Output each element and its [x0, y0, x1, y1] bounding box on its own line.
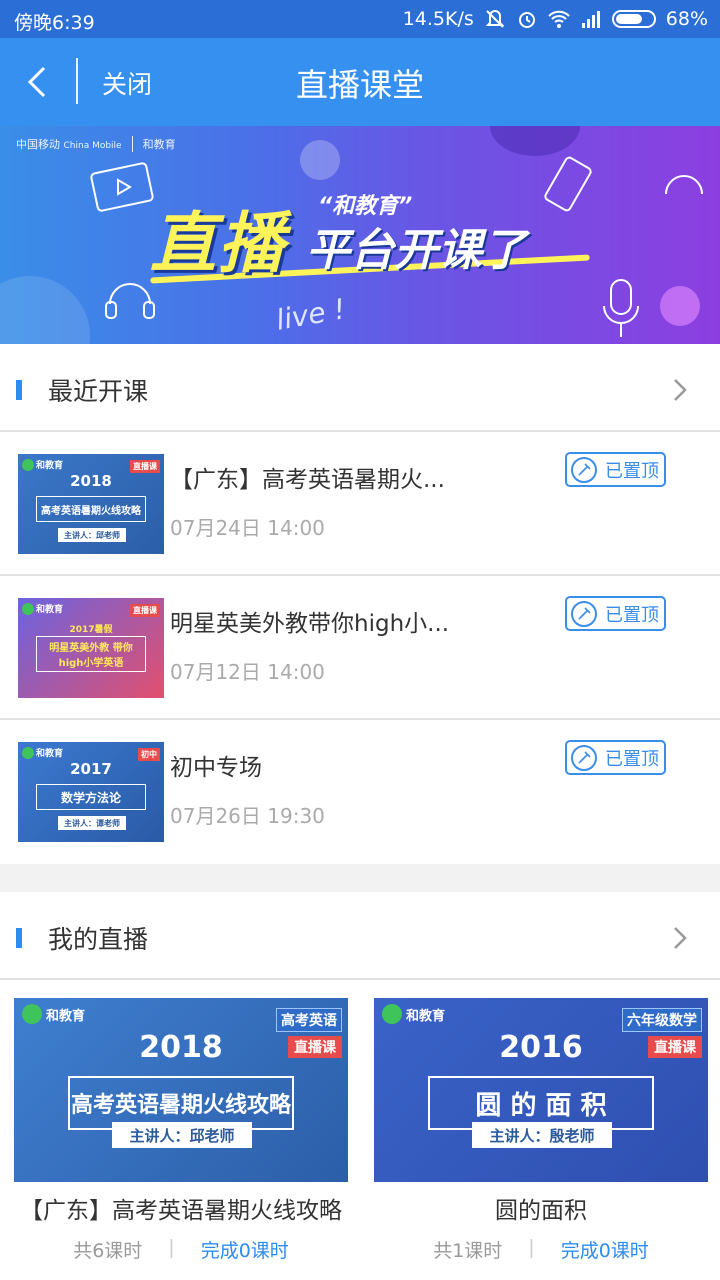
section-marker: [16, 928, 22, 948]
phone-icon: [544, 156, 592, 212]
mute-icon: [485, 10, 505, 28]
course-thumbnail: 和教育 直播课 2017暑假 明星英美外教 带你high小学英语: [18, 598, 164, 698]
pinned-badge[interactable]: 已置顶: [565, 740, 666, 775]
thumb-course-name: 明星英美外教 带你high小学英语: [36, 636, 146, 672]
completed-lessons[interactable]: 完成0课时: [201, 1236, 289, 1263]
chevron-right-icon[interactable]: [672, 376, 688, 404]
recent-courses-section: 最近开课 和教育 直播课 2018 高考英语暑期火线攻略 主讲人：邱老师 【广东…: [0, 344, 720, 864]
thumb-speaker: 主讲人：邱老师: [58, 528, 126, 542]
pin-icon: [571, 600, 597, 627]
total-lessons: 共6课时: [73, 1240, 143, 1262]
thumb-speaker: 主讲人：谭老师: [58, 816, 126, 830]
pinned-badge[interactable]: 已置顶: [565, 452, 666, 487]
live-course-card[interactable]: 和教育 六年级数学 直播课 2016 圆 的 面 积 主讲人：殷老师 圆的面积 …: [374, 998, 708, 1263]
completed-lessons[interactable]: 完成0课时: [561, 1236, 649, 1263]
status-icons: 14.5K/s 68%: [403, 8, 708, 30]
list-item[interactable]: 和教育 初中 2017 数学方法论 主讲人：谭老师 初中专场 07月26日 19…: [0, 720, 720, 864]
live-course-title: 圆的面积: [495, 1198, 587, 1224]
pinned-badge[interactable]: 已置顶: [565, 596, 666, 631]
course-time: 07月26日 19:30: [170, 804, 325, 828]
pinned-label: 已置顶: [605, 604, 659, 626]
banner-headline: 直播: [150, 205, 286, 282]
battery-icon: [611, 10, 656, 28]
wifi-icon: [548, 10, 570, 28]
image-speaker: 主讲人：邱老师: [112, 1122, 252, 1148]
hejiaoyu-logo: 和教育: [382, 1004, 445, 1024]
course-time: 07月24日 14:00: [170, 516, 325, 540]
my-live-grid: 和教育 高考英语 直播课 2018 高考英语暑期火线攻略 主讲人：邱老师 【广东…: [0, 980, 720, 1280]
decor-bubble: [660, 286, 700, 326]
decor-bubble: [0, 276, 90, 344]
total-lessons: 共1课时: [433, 1240, 503, 1262]
thumb-year: 2017暑假: [69, 625, 113, 635]
banner-subheadline: 平台开课了: [306, 225, 526, 276]
status-bar: 傍晚6:39 14.5K/s 68%: [0, 0, 720, 38]
decor-bubble: [490, 126, 580, 156]
subject-tag: 高考英语: [276, 1008, 342, 1032]
my-live-title: 我的直播: [48, 925, 149, 954]
hejiaoyu-logo: 和教育: [142, 138, 176, 151]
live-course-card[interactable]: 和教育 高考英语 直播课 2018 高考英语暑期火线攻略 主讲人：邱老师 【广东…: [14, 998, 348, 1263]
subject-tag: 六年级数学: [622, 1008, 702, 1032]
course-title: 【广东】高考英语暑期火...: [170, 467, 445, 493]
image-speaker: 主讲人：殷老师: [472, 1122, 612, 1148]
signal-icon: [581, 11, 600, 28]
app-header: 关闭 直播课堂: [0, 38, 720, 126]
thumb-course-name: 数学方法论: [36, 784, 146, 810]
course-time: 07月12日 14:00: [170, 660, 325, 684]
banner-logos: 中国移动 China Mobile 和教育: [16, 136, 176, 152]
live-course-image: 和教育 六年级数学 直播课 2016 圆 的 面 积 主讲人：殷老师: [374, 998, 708, 1182]
list-item[interactable]: 和教育 直播课 2018 高考英语暑期火线攻略 主讲人：邱老师 【广东】高考英语…: [0, 432, 720, 576]
promo-banner[interactable]: 中国移动 China Mobile 和教育 直播 “和教育” 平台开课了 liv…: [0, 126, 720, 344]
thumb-tag: 直播课: [130, 604, 160, 617]
battery-level: 68%: [665, 8, 708, 30]
course-thumbnail: 和教育 直播课 2018 高考英语暑期火线攻略 主讲人：邱老师: [18, 454, 164, 554]
hejiaoyu-logo: 和教育: [22, 1004, 85, 1024]
course-thumbnail: 和教育 初中 2017 数学方法论 主讲人：谭老师: [18, 742, 164, 842]
live-course-image: 和教育 高考英语 直播课 2018 高考英语暑期火线攻略 主讲人：邱老师: [14, 998, 348, 1182]
close-button[interactable]: 关闭: [102, 65, 152, 101]
pinned-label: 已置顶: [605, 748, 659, 770]
list-item[interactable]: 和教育 直播课 2017暑假 明星英美外教 带你high小学英语 明星英美外教带…: [0, 576, 720, 720]
recent-courses-header[interactable]: 最近开课: [0, 344, 720, 432]
thumb-year: 2017: [70, 760, 112, 778]
course-title: 明星英美外教带你high小...: [170, 611, 450, 637]
my-live-section: 我的直播 和教育 高考英语 直播课 2018 高考英语暑期火线攻略 主讲人：邱老…: [0, 892, 720, 1280]
thumb-course-name: 高考英语暑期火线攻略: [36, 496, 146, 522]
hejiaoyu-logo: 和教育: [22, 602, 63, 615]
headphones-icon: [665, 175, 703, 195]
pinned-label: 已置顶: [605, 460, 659, 482]
course-title: 初中专场: [170, 755, 262, 781]
section-marker: [16, 380, 22, 400]
header-divider: [76, 58, 78, 104]
microphone-icon: [603, 279, 639, 337]
chevron-right-icon[interactable]: [672, 924, 688, 952]
image-year: 2018: [139, 1030, 223, 1065]
alarm-icon: [518, 12, 535, 28]
pin-icon: [571, 744, 597, 771]
banner-live-text: live !: [273, 292, 348, 337]
live-course-progress: 共6课时 | 完成0课时: [73, 1236, 289, 1263]
hejiaoyu-logo: 和教育: [22, 458, 63, 471]
pin-icon: [571, 456, 597, 483]
live-course-progress: 共1课时 | 完成0课时: [433, 1236, 649, 1263]
my-live-header[interactable]: 我的直播: [0, 892, 720, 980]
back-arrow-icon[interactable]: [22, 62, 58, 102]
live-course-title: 【广东】高考英语暑期火线攻略: [20, 1198, 342, 1224]
thumb-year: 2018: [70, 472, 112, 490]
image-year: 2016: [499, 1030, 583, 1065]
china-mobile-logo: 中国移动 China Mobile: [16, 138, 122, 151]
recent-courses-title: 最近开课: [48, 377, 149, 406]
status-time: 傍晚6:39: [14, 12, 95, 34]
hejiaoyu-logo: 和教育: [22, 746, 63, 759]
network-speed: 14.5K/s: [402, 8, 474, 30]
decor-bubble: [300, 140, 340, 180]
